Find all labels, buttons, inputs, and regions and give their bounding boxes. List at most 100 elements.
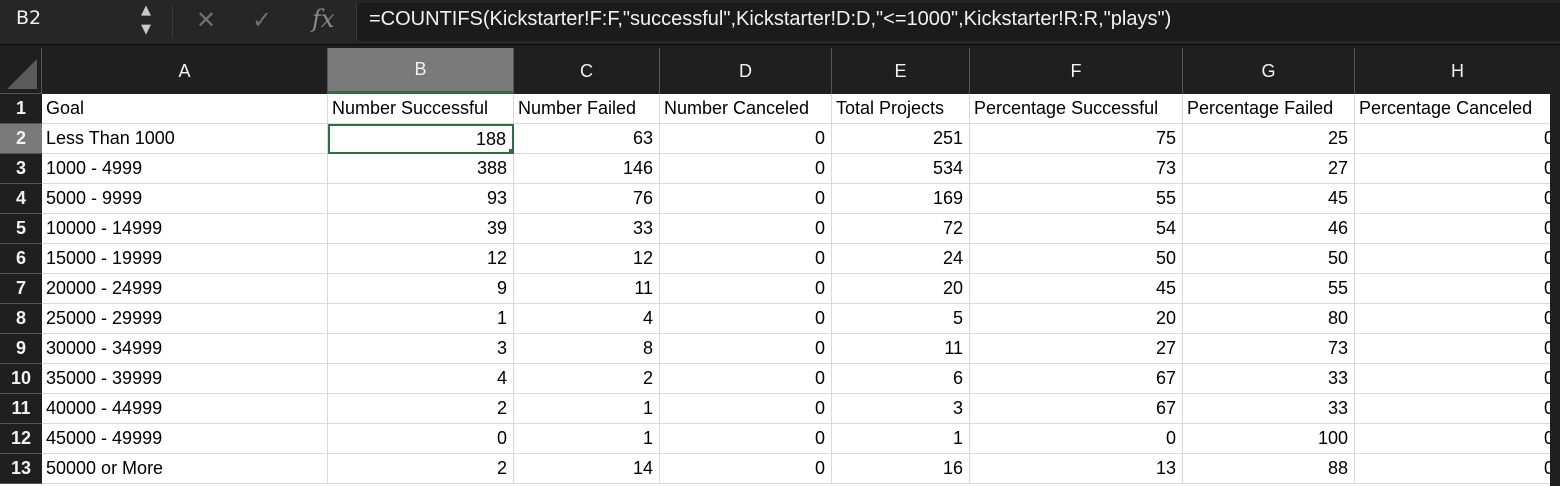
cell-f5[interactable]: 54 <box>970 214 1183 244</box>
cell-e5[interactable]: 72 <box>832 214 970 244</box>
cell-g13[interactable]: 88 <box>1183 454 1355 484</box>
cell-e10[interactable]: 6 <box>832 364 970 394</box>
cell-b1[interactable]: Number Successful <box>328 94 514 124</box>
cell-h8[interactable]: 0 <box>1355 304 1560 334</box>
cell-h3[interactable]: 0 <box>1355 154 1560 184</box>
column-header-g[interactable]: G <box>1183 48 1355 94</box>
name-box-stepper[interactable]: ▲ ▼ <box>139 0 159 44</box>
cell-b5[interactable]: 39 <box>328 214 514 244</box>
cell-c7[interactable]: 11 <box>514 274 660 304</box>
cell-e4[interactable]: 169 <box>832 184 970 214</box>
row-header-2[interactable]: 2 <box>0 124 42 154</box>
cell-b13[interactable]: 2 <box>328 454 514 484</box>
cell-a8[interactable]: 25000 - 29999 <box>42 304 328 334</box>
cell-e11[interactable]: 3 <box>832 394 970 424</box>
cell-c8[interactable]: 4 <box>514 304 660 334</box>
cell-h1[interactable]: Percentage Canceled <box>1355 94 1560 124</box>
cell-g11[interactable]: 33 <box>1183 394 1355 424</box>
formula-input[interactable]: =COUNTIFS(Kickstarter!F:F,"successful",K… <box>356 3 1560 41</box>
cell-f9[interactable]: 27 <box>970 334 1183 364</box>
cell-d9[interactable]: 0 <box>660 334 832 364</box>
column-header-a[interactable]: A <box>42 48 328 94</box>
select-all-triangle-icon[interactable] <box>7 59 37 89</box>
row-header-4[interactable]: 4 <box>0 184 42 214</box>
cell-d8[interactable]: 0 <box>660 304 832 334</box>
cell-a7[interactable]: 20000 - 24999 <box>42 274 328 304</box>
cell-a12[interactable]: 45000 - 49999 <box>42 424 328 454</box>
cell-e1[interactable]: Total Projects <box>832 94 970 124</box>
cell-h6[interactable]: 0 <box>1355 244 1560 274</box>
cell-c12[interactable]: 1 <box>514 424 660 454</box>
cell-c11[interactable]: 1 <box>514 394 660 424</box>
up-arrow-icon[interactable]: ▲ <box>141 3 151 18</box>
cell-g5[interactable]: 46 <box>1183 214 1355 244</box>
cell-g2[interactable]: 25 <box>1183 124 1355 154</box>
cell-e12[interactable]: 1 <box>832 424 970 454</box>
cell-g1[interactable]: Percentage Failed <box>1183 94 1355 124</box>
cell-h2[interactable]: 0 <box>1355 124 1560 154</box>
row-header-3[interactable]: 3 <box>0 154 42 184</box>
cell-d7[interactable]: 0 <box>660 274 832 304</box>
column-header-d[interactable]: D <box>660 48 832 94</box>
row-header-6[interactable]: 6 <box>0 244 42 274</box>
cell-c1[interactable]: Number Failed <box>514 94 660 124</box>
name-box-value[interactable]: B2 <box>16 7 41 29</box>
cell-a9[interactable]: 30000 - 34999 <box>42 334 328 364</box>
cell-g6[interactable]: 50 <box>1183 244 1355 274</box>
column-header-c[interactable]: C <box>514 48 660 94</box>
cell-d5[interactable]: 0 <box>660 214 832 244</box>
cell-d1[interactable]: Number Canceled <box>660 94 832 124</box>
row-header-13[interactable]: 13 <box>0 454 42 484</box>
cell-g12[interactable]: 100 <box>1183 424 1355 454</box>
cell-d4[interactable]: 0 <box>660 184 832 214</box>
cell-g8[interactable]: 80 <box>1183 304 1355 334</box>
cell-g3[interactable]: 27 <box>1183 154 1355 184</box>
confirm-check-icon[interactable]: ✓ <box>252 6 272 34</box>
cell-a6[interactable]: 15000 - 19999 <box>42 244 328 274</box>
cell-b10[interactable]: 4 <box>328 364 514 394</box>
cell-h7[interactable]: 0 <box>1355 274 1560 304</box>
cell-e9[interactable]: 11 <box>832 334 970 364</box>
column-header-h[interactable]: H <box>1355 48 1560 94</box>
column-header-b[interactable]: B <box>328 48 514 94</box>
row-header-10[interactable]: 10 <box>0 364 42 394</box>
cell-f2[interactable]: 75 <box>970 124 1183 154</box>
cell-d3[interactable]: 0 <box>660 154 832 184</box>
cell-h11[interactable]: 0 <box>1355 394 1560 424</box>
cell-f10[interactable]: 67 <box>970 364 1183 394</box>
cell-b8[interactable]: 1 <box>328 304 514 334</box>
vertical-scrollbar[interactable] <box>1550 48 1560 486</box>
cell-e3[interactable]: 534 <box>832 154 970 184</box>
select-all-corner[interactable] <box>0 48 42 94</box>
cell-a1[interactable]: Goal <box>42 94 328 124</box>
cell-h12[interactable]: 0 <box>1355 424 1560 454</box>
cell-g9[interactable]: 73 <box>1183 334 1355 364</box>
cell-b3[interactable]: 388 <box>328 154 514 184</box>
cell-f12[interactable]: 0 <box>970 424 1183 454</box>
cell-g10[interactable]: 33 <box>1183 364 1355 394</box>
row-header-8[interactable]: 8 <box>0 304 42 334</box>
cell-d11[interactable]: 0 <box>660 394 832 424</box>
cell-f3[interactable]: 73 <box>970 154 1183 184</box>
cell-d12[interactable]: 0 <box>660 424 832 454</box>
cell-h4[interactable]: 0 <box>1355 184 1560 214</box>
cell-a5[interactable]: 10000 - 14999 <box>42 214 328 244</box>
fx-icon[interactable]: fx <box>312 5 334 33</box>
cell-c3[interactable]: 146 <box>514 154 660 184</box>
cell-e2[interactable]: 251 <box>832 124 970 154</box>
name-box[interactable]: B2 ▲ ▼ <box>0 0 172 44</box>
cell-b11[interactable]: 2 <box>328 394 514 424</box>
cell-c10[interactable]: 2 <box>514 364 660 394</box>
cell-a4[interactable]: 5000 - 9999 <box>42 184 328 214</box>
cell-f11[interactable]: 67 <box>970 394 1183 424</box>
cell-c13[interactable]: 14 <box>514 454 660 484</box>
cell-e7[interactable]: 20 <box>832 274 970 304</box>
down-arrow-icon[interactable]: ▼ <box>141 22 151 37</box>
cell-d6[interactable]: 0 <box>660 244 832 274</box>
cell-h10[interactable]: 0 <box>1355 364 1560 394</box>
cell-e13[interactable]: 16 <box>832 454 970 484</box>
cell-g7[interactable]: 55 <box>1183 274 1355 304</box>
row-header-7[interactable]: 7 <box>0 274 42 304</box>
cell-e8[interactable]: 5 <box>832 304 970 334</box>
row-header-1[interactable]: 1 <box>0 94 42 124</box>
